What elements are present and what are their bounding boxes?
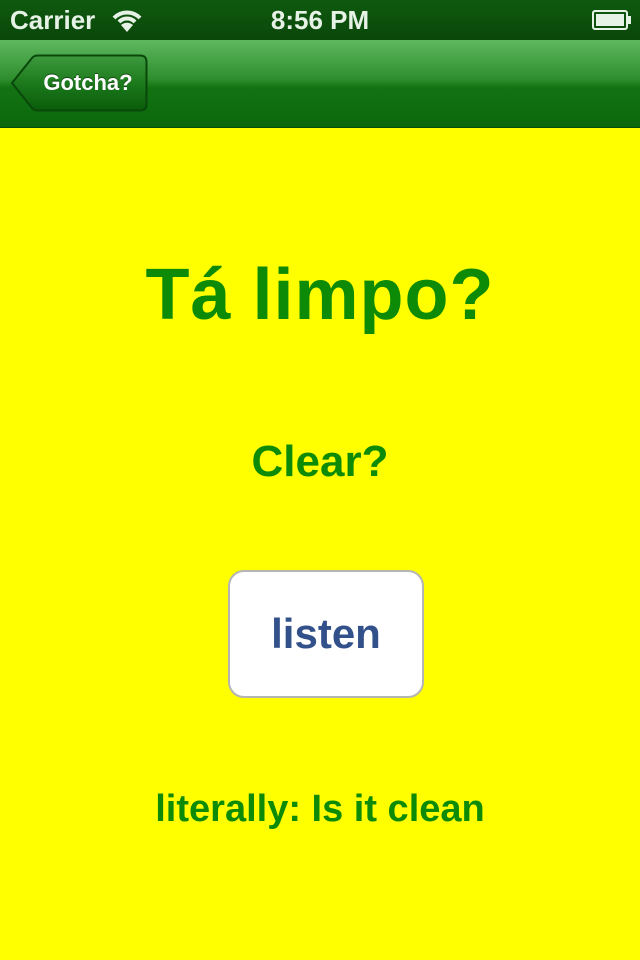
back-button[interactable]: Gotcha? — [10, 54, 148, 112]
back-button-label: Gotcha? — [43, 70, 133, 95]
navigation-bar: Gotcha? — [0, 40, 640, 128]
listen-button[interactable]: listen — [228, 570, 424, 698]
clock: 8:56 PM — [270, 5, 370, 35]
literal-translation: literally: Is it clean — [155, 788, 485, 830]
phrase-card: Tá limpo? Clear? listen literally: Is it… — [0, 128, 640, 960]
status-bar: Carrier 8:56 PM — [0, 0, 640, 40]
translation-text: Clear? — [251, 437, 389, 486]
battery-icon — [592, 10, 632, 30]
phrase-title: Tá limpo? — [145, 255, 495, 335]
